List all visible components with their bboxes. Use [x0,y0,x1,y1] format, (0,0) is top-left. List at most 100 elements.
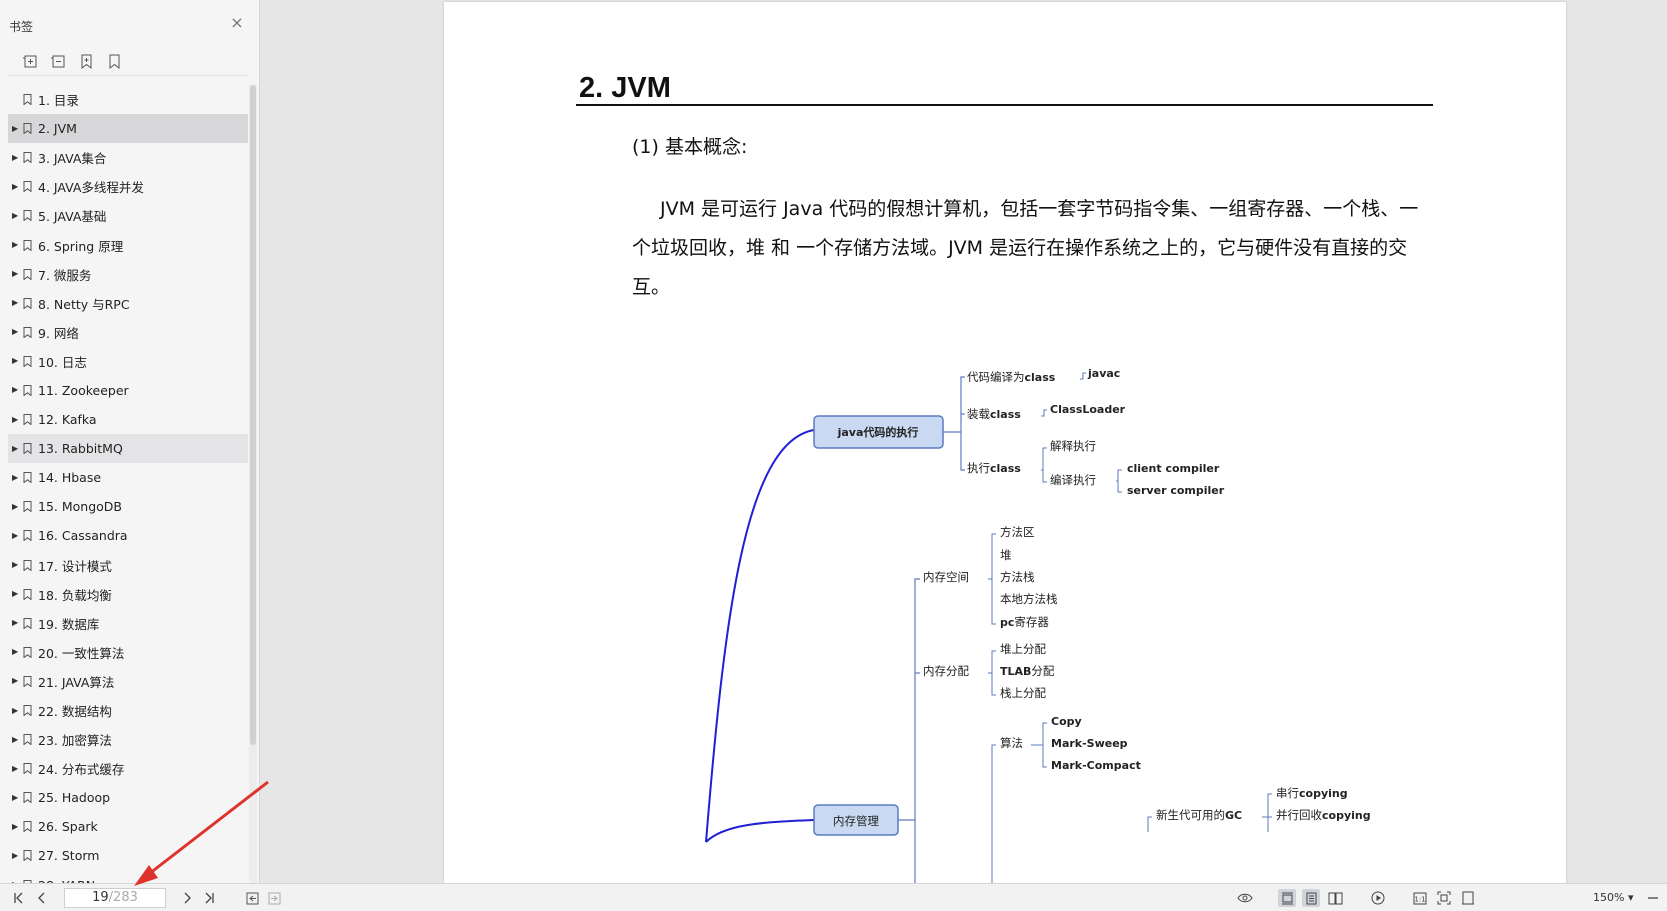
bookmark-label: 13. RabbitMQ [38,441,123,457]
bookmark-item[interactable]: ▶ 9. 网络 [8,318,248,347]
svg-text:1:1: 1:1 [1414,895,1425,903]
bookmark-item[interactable]: ▶1. 目录 [8,85,248,114]
expand-arrow-icon[interactable]: ▶ [12,531,20,540]
scrollbar-thumb[interactable] [250,85,256,745]
expand-arrow-icon[interactable]: ▶ [12,619,20,627]
expand-arrow-icon[interactable]: ▶ [12,735,20,744]
bookmark-item[interactable]: ▶ 26. Spark [8,812,248,841]
bookmark-item[interactable]: ▶ 11. Zookeeper [8,376,248,405]
bookmark-label: 16. Cassandra [38,528,128,544]
bookmark-icon [23,821,32,833]
back-icon[interactable] [243,889,261,907]
bookmark-label: 7. 微服务 [38,267,92,283]
fit-width-icon[interactable] [1459,889,1477,907]
expand-arrow-icon[interactable]: ▶ [12,124,20,133]
bookmark-item[interactable]: ▶ 25. Hadoop [8,783,248,812]
bookmark-item[interactable]: ▶ 6. Spring 原理 [8,230,248,259]
bookmark-icon[interactable] [104,52,124,72]
bookmark-item[interactable]: ▶ 22. 数据结构 [8,696,248,725]
expand-arrow-icon[interactable]: ▶ [12,677,20,685]
next-page-icon[interactable] [178,889,196,907]
bookmark-item[interactable]: ▶28. YARN [8,871,248,883]
status-bar: 19/283 1:1 150% ▾ [0,883,1667,911]
client-compiler-label: client compiler [1127,462,1220,475]
document-viewport[interactable]: 2. JVM (1) 基本概念: JVM 是可运行 Java 代码的假想计算机，… [261,0,1667,883]
bookmark-item[interactable]: ▶ 20. 一致性算法 [8,638,248,667]
bookmark-icon [23,792,32,804]
expand-arrow-icon[interactable]: ▶ [12,328,20,336]
forward-icon[interactable] [265,889,283,907]
bookmark-item[interactable]: ▶ 14. Hbase [8,463,248,492]
expand-arrow-icon[interactable]: ▶ [12,561,20,569]
bookmark-item[interactable]: ▶ 21. JAVA算法 [8,667,248,696]
expand-arrow-icon[interactable]: ▶ [12,444,20,453]
bookmark-item[interactable]: ▶ 15. MongoDB [8,492,248,521]
bookmark-label: 9. 网络 [38,325,79,341]
zoom-level[interactable]: 150% ▾ [1593,891,1633,904]
fit-page-icon[interactable] [1435,889,1453,907]
expand-arrow-icon[interactable]: ▶ [12,764,20,773]
last-page-icon[interactable] [200,889,218,907]
expand-arrow-icon[interactable]: ▶ [12,357,20,365]
close-icon[interactable]: × [229,15,245,31]
expand-arrow-icon[interactable]: ▶ [12,299,20,307]
two-page-view-icon[interactable] [1326,889,1344,907]
bookmark-item[interactable]: ▶ 24. 分布式缓存 [8,754,248,783]
bookmark-item[interactable]: ▶ 16. Cassandra [8,521,248,550]
bookmark-item[interactable]: ▶ 10. 日志 [8,347,248,376]
parallel-copying-label: 并行回收copying [1276,808,1371,822]
play-icon[interactable] [1369,889,1387,907]
young-gc-label: 新生代可用的GC [1156,808,1242,822]
bookmark-item[interactable]: ▶ 12. Kafka [8,405,248,434]
expand-arrow-icon[interactable]: ▶ [12,153,20,162]
expand-arrow-icon[interactable]: ▶ [12,473,20,482]
expand-arrow-icon[interactable]: ▶ [12,502,20,511]
first-page-icon[interactable] [10,889,28,907]
bookmark-item[interactable]: ▶ 13. RabbitMQ [8,434,248,464]
expand-arrow-icon[interactable]: ▶ [12,851,20,860]
expand-arrow-icon[interactable]: ▶ [12,648,20,656]
bookmark-label: 3. JAVA集合 [38,151,107,167]
expand-arrow-icon[interactable]: ▶ [12,590,20,598]
expand-arrow-icon[interactable]: ▶ [12,706,20,715]
bookmark-icon [23,210,32,222]
page-number-input[interactable]: 19/283 [64,888,166,908]
prev-page-icon[interactable] [33,889,51,907]
bookmark-item[interactable]: ▶ 23. 加密算法 [8,725,248,754]
expand-arrow-icon[interactable]: ▶ [12,211,20,220]
bookmark-label: 15. MongoDB [38,499,122,515]
bookmark-item[interactable]: ▶ 19. 数据库 [8,609,248,638]
bookmark-item[interactable]: ▶ 18. 负载均衡 [8,580,248,609]
bookmark-icon [23,181,32,193]
scrollbar[interactable] [249,85,257,883]
expand-arrow-icon[interactable]: ▶ [12,793,20,802]
bookmark-label: 26. Spark [38,819,98,835]
bookmark-label: 5. JAVA基础 [38,209,107,225]
zoom-out-icon[interactable] [1644,889,1662,907]
expand-arrow-icon[interactable]: ▶ [12,241,20,249]
bookmark-item[interactable]: ▶ 8. Netty 与RPC [8,289,248,318]
bookmarks-title: 书签 [9,20,34,34]
collapse-all-icon[interactable] [48,52,68,72]
bookmark-item[interactable]: ▶ 17. 设计模式 [8,551,248,580]
bookmark-icon [23,559,32,571]
expand-arrow-icon[interactable]: ▶ [12,415,20,424]
expand-all-icon[interactable] [20,52,40,72]
java-exec-node-label: java代码的执行 [837,425,919,439]
expand-arrow-icon[interactable]: ▶ [12,386,20,394]
expand-arrow-icon[interactable]: ▶ [12,270,20,278]
continuous-view-icon[interactable] [1302,889,1320,907]
bookmark-item[interactable]: ▶ 7. 微服务 [8,260,248,289]
eye-icon[interactable] [1236,889,1254,907]
bookmark-item[interactable]: ▶ 4. JAVA多线程并发 [8,172,248,201]
bookmark-item[interactable]: ▶ 3. JAVA集合 [8,143,248,172]
expand-arrow-icon[interactable]: ▶ [12,822,20,831]
expand-arrow-icon[interactable]: ▶ [12,182,20,191]
actual-size-icon[interactable]: 1:1 [1411,889,1429,907]
bookmark-icon [23,705,32,717]
bookmark-item[interactable]: ▶ 2. JVM [8,114,248,144]
bookmark-item[interactable]: ▶ 27. Storm [8,841,248,870]
add-bookmark-icon[interactable] [76,52,96,72]
bookmark-item[interactable]: ▶ 5. JAVA基础 [8,201,248,230]
single-page-view-icon[interactable] [1278,889,1296,907]
